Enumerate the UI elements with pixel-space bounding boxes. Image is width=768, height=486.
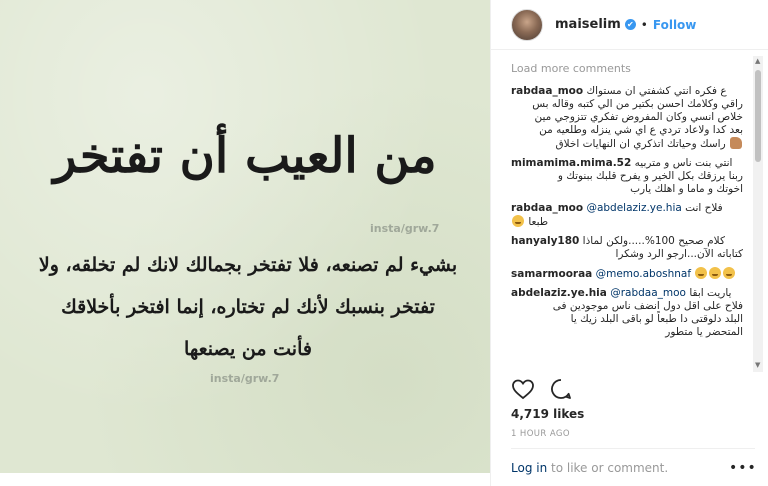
comment-text-line: فلاح على اقل دول انضف ناس موجودين فى <box>552 300 743 312</box>
comment-text-line: راقي وكلامك احسن بكتير من الي كتبه وقاله… <box>532 98 743 110</box>
post-header: maiselim ✔ • Follow <box>491 0 768 50</box>
login-prompt-text: to like or comment. <box>547 461 669 475</box>
comment-first-line: samarmooraa @memo.aboshnaf <box>511 267 743 281</box>
comment-text: كلام صحيح 100%.....ولكن لماذا <box>582 235 725 247</box>
comment-username[interactable]: hanyaly180 <box>511 235 579 247</box>
comment-first-line: hanyaly180 كلام صحيح 100%.....ولكن لماذا <box>511 235 743 248</box>
comment-text-line: ربنا يرزقك بكل الخير و يفرح قلبك ببنوتك … <box>557 170 743 182</box>
comment-first-line: rabdaa_moo ع فكره انتي كشفتي ان مستواك <box>511 85 743 98</box>
comment-mention[interactable]: @rabdaa_moo <box>610 287 686 299</box>
comments-scrollbar[interactable]: ▲ ▼ <box>753 56 763 372</box>
comment-item: samarmooraa @memo.aboshnaf <box>511 267 743 281</box>
load-more-comments-button[interactable]: Load more comments <box>511 62 743 75</box>
comment-item: abdelaziz.ye.hia @rabdaa_moo ياريت ابقا … <box>511 287 743 339</box>
comment-mention[interactable]: @memo.aboshnaf <box>596 268 691 280</box>
flexed-biceps-icon <box>730 137 742 149</box>
header-separator: • <box>640 17 648 32</box>
comment-text: فلاح انت <box>685 202 723 214</box>
comment-text-line: راسك وحياتك اتذكري ان النهايات اخلاق <box>511 137 743 151</box>
comment-text: ع فكره انتي كشفتي ان مستواك <box>586 85 727 97</box>
divider <box>511 448 755 449</box>
comment-text: طبعا <box>528 216 549 228</box>
image-headline: من العيب أن تفتخر <box>53 128 437 184</box>
comment-text: راسك وحياتك اتذكري ان النهايات اخلاق <box>555 138 726 150</box>
comment-username[interactable]: mimamima.mima.52 <box>511 157 631 169</box>
emoji-icon <box>695 267 708 279</box>
comment-username[interactable]: rabdaa_moo <box>511 85 583 97</box>
comment-text: انتي بنت ناس و متربيه <box>634 157 733 169</box>
heart-icon[interactable] <box>511 377 535 401</box>
image-watermark-bottom: insta/grw.7 <box>210 372 280 385</box>
verified-badge-icon: ✔ <box>624 19 636 30</box>
follow-button[interactable]: Follow <box>653 18 697 32</box>
emoji-icon <box>709 267 722 279</box>
scroll-down-arrow-icon[interactable]: ▼ <box>755 362 761 369</box>
post-image[interactable]: من العيب أن تفتخر insta/grw.7 بشيء لم تص… <box>0 0 490 473</box>
emoji-icon <box>512 215 524 227</box>
comment-item: mimamima.mima.52 انتي بنت ناس و متربيه ر… <box>511 157 743 196</box>
login-prompt: Log in to like or comment. <box>511 461 668 475</box>
comment-text-line: المتحضر يا متطور <box>665 326 743 338</box>
scroll-up-arrow-icon[interactable]: ▲ <box>755 58 761 65</box>
comment-text-line: بعد كدا ولاعاد تردي ع اي شي ينزله وطلعيه… <box>539 124 743 136</box>
header-username[interactable]: maiselim <box>555 17 621 32</box>
comment-text-line: اخوتك و ماما و اهلك يارب <box>630 183 743 195</box>
comment-username[interactable]: abdelaziz.ye.hia <box>511 287 607 299</box>
comment-text-line: البلد دلوقتى دا طبعاً لو باقى البلد زيك … <box>570 313 743 325</box>
comment-item: rabdaa_moo ع فكره انتي كشفتي ان مستواك ر… <box>511 85 743 151</box>
comment-first-line: rabdaa_moo @abdelaziz.ye.hia فلاح انت <box>511 202 743 215</box>
comment-first-line: mimamima.mima.52 انتي بنت ناس و متربيه <box>511 157 743 170</box>
comment-item: hanyaly180 كلام صحيح 100%.....ولكن لماذا… <box>511 235 743 261</box>
comment-icon[interactable] <box>549 377 573 401</box>
image-text-line-1: بشيء لم تصنعه، فلا تفتخر بجمالك لانك لم … <box>38 254 458 276</box>
post-actions <box>511 377 573 401</box>
image-watermark: insta/grw.7 <box>370 222 440 235</box>
avatar[interactable] <box>511 8 543 41</box>
post-side-panel: maiselim ✔ • Follow Load more comments r… <box>490 0 768 486</box>
comment-first-line: abdelaziz.ye.hia @rabdaa_moo ياريت ابقا <box>511 287 743 300</box>
image-text-line-3: فأنت من يصنعها <box>184 338 312 360</box>
likes-count[interactable]: 4,719 likes <box>511 407 584 421</box>
comment-username[interactable]: rabdaa_moo <box>511 202 583 214</box>
post-timestamp: 1 HOUR AGO <box>511 429 570 439</box>
login-link[interactable]: Log in <box>511 461 547 475</box>
comments-list[interactable]: Load more comments rabdaa_moo ع فكره انت… <box>491 62 757 370</box>
comment-text-line: كتاباته الآن...ارجو الرد وشكرا <box>615 248 743 260</box>
emoji-icon <box>723 267 736 279</box>
more-options-icon[interactable]: ••• <box>729 460 757 476</box>
scrollbar-thumb[interactable] <box>755 70 761 162</box>
comment-text-line: خلاص انسي وكان المفروض تفكري تتزوجي مين <box>534 111 744 123</box>
comment-text: ياريت ابقا <box>689 287 732 299</box>
image-bottom-gap <box>0 473 490 486</box>
comment-item: rabdaa_moo @abdelaziz.ye.hia فلاح انت طب… <box>511 202 743 229</box>
comment-username[interactable]: samarmooraa <box>511 268 592 280</box>
comment-mention[interactable]: @abdelaziz.ye.hia <box>586 202 681 214</box>
comment-text-line: طبعا <box>511 215 743 229</box>
image-text-line-2: تفتخر بنسبك لأنك لم تختاره، إنما افتخر ب… <box>61 296 435 318</box>
